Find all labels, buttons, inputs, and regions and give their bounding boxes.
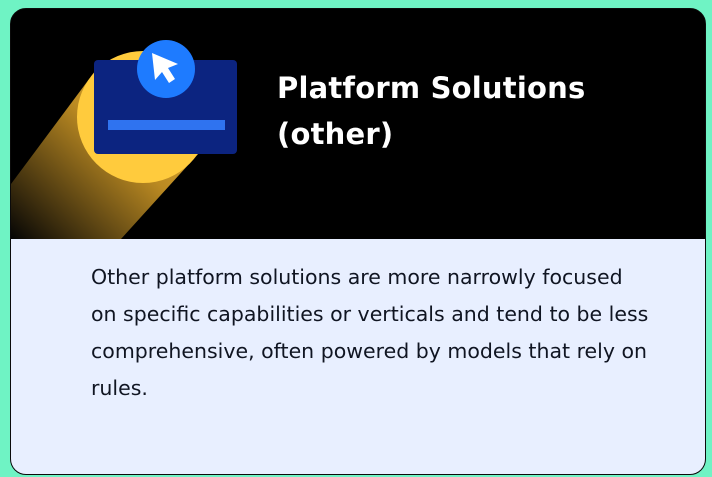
window-bar-shape: [108, 120, 225, 130]
card-description: Other platform solutions are more narrow…: [91, 265, 649, 400]
platform-window-cursor-icon: [11, 40, 237, 239]
card-title-line-2: (other): [277, 117, 394, 151]
platform-solutions-card: Platform Solutions (other) Other platfor…: [10, 8, 706, 475]
card-body: Other platform solutions are more narrow…: [11, 239, 705, 474]
card-title-line-1: Platform Solutions: [277, 71, 586, 105]
card-header: Platform Solutions (other): [11, 9, 705, 239]
card-title: Platform Solutions (other): [277, 65, 677, 157]
